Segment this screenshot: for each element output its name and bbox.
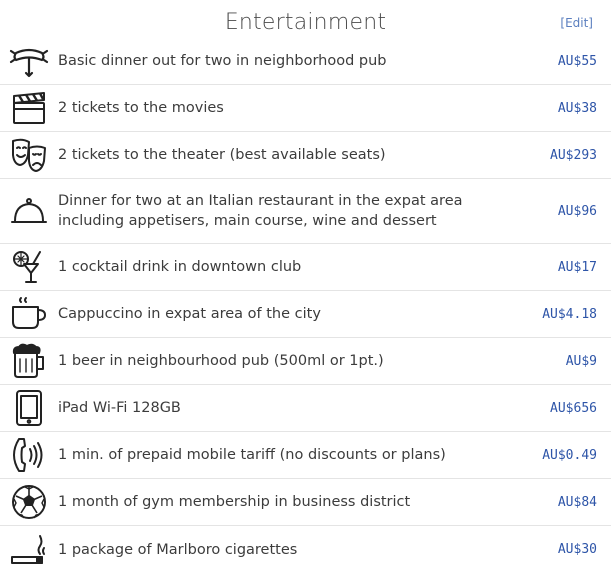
list-item: Dinner for two at an Italian restaurant … <box>0 179 611 244</box>
cocktail-icon <box>0 247 54 287</box>
item-label: 1 beer in neighbourhood pub (500ml or 1p… <box>58 353 384 369</box>
item-price: AU$30 <box>557 542 597 557</box>
item-label: 1 package of Marlboro cigarettes <box>58 541 298 558</box>
phone-handset-icon <box>0 435 54 475</box>
section-title: Entertainment <box>224 10 387 35</box>
item-price: AU$293 <box>550 147 597 163</box>
item-price: AU$96 <box>557 203 597 219</box>
item-label: Dinner for two at an Italian restaurant … <box>58 193 463 229</box>
list-item: Basic dinner out for two in neighborhood… <box>0 38 611 85</box>
item-price: AU$84 <box>557 494 597 510</box>
coffee-cup-icon <box>0 294 54 334</box>
list-item: iPad Wi-Fi 128GB AU$656 <box>0 385 611 432</box>
item-label: Cappuccino in expat area of the city <box>58 306 321 322</box>
item-label: 2 tickets to the theater (best available… <box>58 147 386 163</box>
list-item: 1 month of gym membership in business di… <box>0 479 611 526</box>
list-item: 2 tickets to the theater (best available… <box>0 132 611 179</box>
list-item: 2 tickets to the movies AU$38 <box>0 85 611 132</box>
beer-mug-icon <box>0 341 54 381</box>
price-list: Basic dinner out for two in neighborhood… <box>0 38 611 573</box>
item-price: AU$656 <box>550 400 597 416</box>
item-label: 1 month of gym membership in business di… <box>58 494 411 510</box>
list-item: 1 min. of prepaid mobile tariff (no disc… <box>0 432 611 479</box>
item-label: iPad Wi-Fi 128GB <box>58 400 181 416</box>
item-label: 1 cocktail drink in downtown club <box>58 259 302 275</box>
list-item: 1 cocktail drink in downtown club AU$17 <box>0 244 611 291</box>
list-item: 1 package of Marlboro cigarettes AU$30 <box>0 526 611 573</box>
list-item: Cappuccino in expat area of the city AU$… <box>0 291 611 338</box>
item-label: 2 tickets to the movies <box>58 100 224 116</box>
sausage-icon <box>0 41 54 81</box>
item-price: AU$9 <box>565 353 597 369</box>
item-price: AU$0.49 <box>542 447 597 463</box>
theater-masks-icon <box>0 135 54 175</box>
item-label: 1 min. of prepaid mobile tariff (no disc… <box>58 447 446 463</box>
edit-link[interactable]: [Edit] <box>560 16 593 30</box>
item-price: AU$17 <box>557 259 597 275</box>
tablet-icon <box>0 388 54 428</box>
soccer-ball-icon <box>0 482 54 522</box>
cloche-icon <box>0 191 54 231</box>
item-price: AU$55 <box>557 53 597 69</box>
item-price: AU$4.18 <box>542 306 597 322</box>
list-item: 1 beer in neighbourhood pub (500ml or 1p… <box>0 338 611 385</box>
entertainment-panel: Entertainment [Edit] Basic dinner out fo… <box>0 0 611 575</box>
item-price: AU$38 <box>557 100 597 116</box>
cigarette-icon <box>0 530 54 570</box>
clapperboard-icon <box>0 88 54 128</box>
item-label: Basic dinner out for two in neighborhood… <box>58 53 387 69</box>
